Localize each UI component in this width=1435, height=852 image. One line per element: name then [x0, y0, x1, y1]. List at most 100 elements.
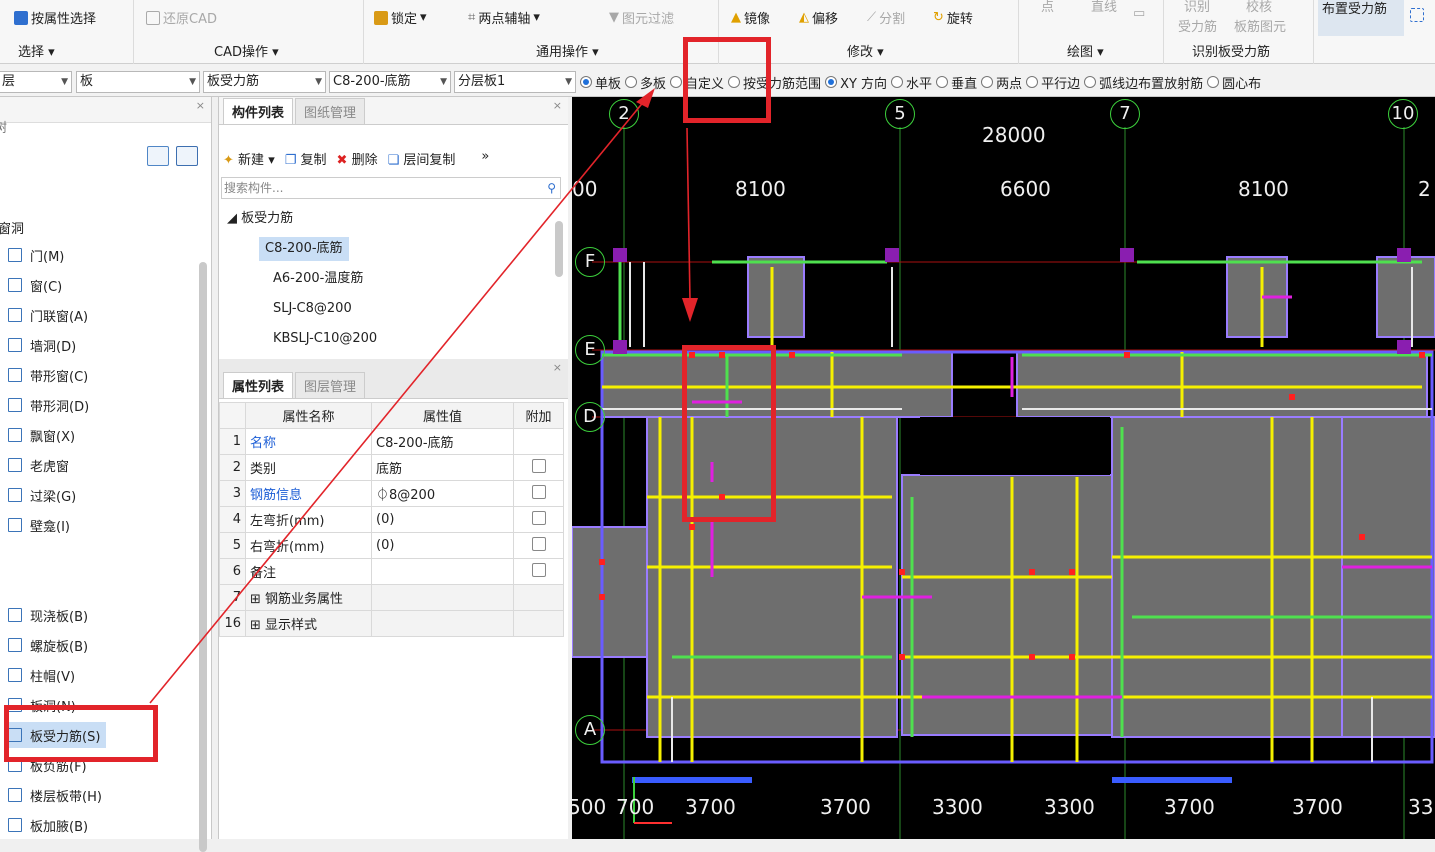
- attach-checkbox[interactable]: [531, 536, 546, 551]
- tree-item-1[interactable]: 窗(C): [8, 272, 62, 298]
- tree-group-window-door[interactable]: 窗洞: [0, 214, 24, 240]
- check-button[interactable]: 校核: [1246, 0, 1272, 15]
- split-button[interactable]: ⟋ 分割: [867, 8, 905, 27]
- radio-circle-icon[interactable]: [825, 76, 838, 88]
- attach-checkbox[interactable]: [531, 562, 546, 577]
- category-combo[interactable]: 板 ▼: [76, 71, 200, 93]
- radio-circle-icon[interactable]: [981, 76, 994, 88]
- attach-checkbox[interactable]: [531, 458, 546, 473]
- tree-item-6[interactable]: 飘窗(X): [8, 422, 75, 448]
- layout-radio-9[interactable]: 弧线边布置放射筋: [1084, 73, 1203, 92]
- radio-circle-icon[interactable]: [1026, 76, 1039, 88]
- copy-button[interactable]: ❐ 复制: [285, 149, 327, 168]
- expand-icon[interactable]: ⊞: [250, 592, 265, 607]
- radio-circle-icon[interactable]: [891, 76, 904, 88]
- property-row[interactable]: 3 钢筋信息 ⏀8@200: [219, 480, 564, 507]
- radio-circle-icon[interactable]: [625, 76, 638, 88]
- layout-radio-8[interactable]: 平行边: [1026, 73, 1080, 92]
- element-filter-button[interactable]: ▼ 图元过滤: [609, 8, 674, 27]
- line-button[interactable]: 直线: [1091, 0, 1117, 15]
- modify-group-label[interactable]: 修改 ▾: [847, 41, 884, 60]
- tree-item-5[interactable]: 带形洞(D): [8, 392, 89, 418]
- common-group-label[interactable]: 通用操作 ▾: [536, 41, 599, 60]
- tree-item-0[interactable]: 门(M): [8, 242, 64, 268]
- attach-checkbox[interactable]: [531, 510, 546, 525]
- layout-radio-4[interactable]: XY 方向: [825, 73, 887, 92]
- tree-item-0[interactable]: 现浇板(B): [8, 602, 88, 628]
- point-button[interactable]: 点: [1041, 0, 1054, 15]
- tree-item-2[interactable]: 门联窗(A): [8, 302, 88, 328]
- tab-component-list[interactable]: 构件列表: [223, 98, 294, 124]
- tree-item-9[interactable]: 壁龛(I): [8, 512, 70, 538]
- identify-button[interactable]: 识别: [1184, 0, 1210, 15]
- floor-copy-button[interactable]: ❏ 层间复制: [388, 149, 456, 168]
- layout-radio-1[interactable]: 多板: [625, 73, 666, 92]
- property-value[interactable]: ⏀8@200: [371, 480, 514, 507]
- component-combo[interactable]: C8-200-底筋 ▼: [329, 71, 451, 93]
- layout-radio-7[interactable]: 两点: [981, 73, 1022, 92]
- close-icon[interactable]: ×: [553, 99, 562, 112]
- tab-drawing-manage[interactable]: 图纸管理: [295, 98, 366, 124]
- tree-item-7[interactable]: 板加腋(B): [8, 812, 88, 838]
- property-value[interactable]: (0): [371, 506, 514, 533]
- layer-combo[interactable]: 分层板1 ▼: [454, 71, 576, 93]
- property-value[interactable]: C8-200-底筋: [371, 428, 514, 455]
- layout-radio-6[interactable]: 垂直: [936, 73, 977, 92]
- cad-group-label[interactable]: CAD操作 ▾: [214, 41, 279, 60]
- expand-icon[interactable]: ⊞: [250, 618, 265, 633]
- component-item-1[interactable]: A6-200-温度筋: [273, 267, 363, 291]
- offset-button[interactable]: ◭ 偏移: [799, 8, 838, 27]
- radio-circle-icon[interactable]: [580, 76, 592, 88]
- property-value[interactable]: [371, 584, 514, 611]
- type-combo[interactable]: 板受力筋 ▼: [203, 71, 326, 93]
- layout-stress-bar-button[interactable]: 布置受力筋: [1318, 0, 1404, 36]
- new-button[interactable]: ✦ 新建 ▾: [223, 149, 275, 168]
- property-value[interactable]: 底筋: [371, 454, 514, 481]
- tab-property-list[interactable]: 属性列表: [223, 372, 294, 398]
- component-search-input[interactable]: 搜索构件... ⚲: [221, 177, 561, 199]
- select-group-label[interactable]: 选择 ▾: [18, 41, 55, 60]
- select-by-property-button[interactable]: 按属性选择: [14, 8, 96, 27]
- rect-icon[interactable]: ▭: [1133, 6, 1145, 21]
- tab-layer-manage[interactable]: 图层管理: [295, 372, 366, 398]
- layout-icon[interactable]: [1410, 8, 1424, 22]
- restore-cad-button[interactable]: 还原CAD: [146, 8, 217, 27]
- property-row[interactable]: 5 右弯折(mm) (0): [219, 532, 564, 559]
- property-row[interactable]: 16 ⊞ 显示样式: [219, 610, 564, 637]
- tree-item-3[interactable]: 墙洞(D): [8, 332, 76, 358]
- property-row[interactable]: 2 类别 底筋: [219, 454, 564, 481]
- floor-combo[interactable]: 层 ▼: [0, 71, 72, 93]
- property-row[interactable]: 7 ⊞ 钢筋业务属性: [219, 584, 564, 611]
- list-scrollbar[interactable]: [555, 221, 563, 277]
- tree-item-2[interactable]: 柱帽(V): [8, 662, 75, 688]
- component-item-0[interactable]: C8-200-底筋: [259, 237, 349, 261]
- tree-item-4[interactable]: 带形窗(C): [8, 362, 88, 388]
- tree-item-6[interactable]: 楼层板带(H): [8, 782, 102, 808]
- component-item-3[interactable]: KBSLJ-C10@200: [273, 327, 377, 351]
- property-value[interactable]: [371, 558, 514, 585]
- mirror-button[interactable]: ▲ 镜像: [731, 8, 770, 27]
- close-icon[interactable]: ×: [196, 99, 205, 112]
- attach-checkbox[interactable]: [531, 484, 546, 499]
- radio-circle-icon[interactable]: [936, 76, 949, 88]
- radio-circle-icon[interactable]: [1084, 76, 1097, 88]
- property-row[interactable]: 1 名称 C8-200-底筋: [219, 428, 564, 455]
- property-value[interactable]: (0): [371, 532, 514, 559]
- layout-radio-0[interactable]: 单板: [580, 73, 621, 92]
- property-row[interactable]: 6 备注: [219, 558, 564, 585]
- rotate-button[interactable]: ↻ 旋转: [933, 8, 973, 27]
- grid-view-icon[interactable]: [176, 146, 198, 166]
- tree-item-1[interactable]: 螺旋板(B): [8, 632, 88, 658]
- tree-item-8[interactable]: 过梁(G): [8, 482, 76, 508]
- radio-circle-icon[interactable]: [670, 76, 683, 88]
- radio-circle-icon[interactable]: [1207, 76, 1220, 88]
- tree-root-stress-bar[interactable]: ◢ 板受力筋: [227, 207, 293, 231]
- close-icon[interactable]: ×: [553, 361, 562, 374]
- two-point-aux-button[interactable]: ⌗ 两点辅轴 ▾: [468, 8, 540, 27]
- tree-item-7[interactable]: 老虎窗: [8, 452, 69, 478]
- property-row[interactable]: 4 左弯折(mm) (0): [219, 506, 564, 533]
- list-view-icon[interactable]: [147, 146, 169, 166]
- tree-scrollbar[interactable]: [199, 262, 207, 852]
- lock-button[interactable]: 锁定 ▾: [374, 8, 427, 27]
- draw-group-label[interactable]: 绘图 ▾: [1067, 41, 1104, 60]
